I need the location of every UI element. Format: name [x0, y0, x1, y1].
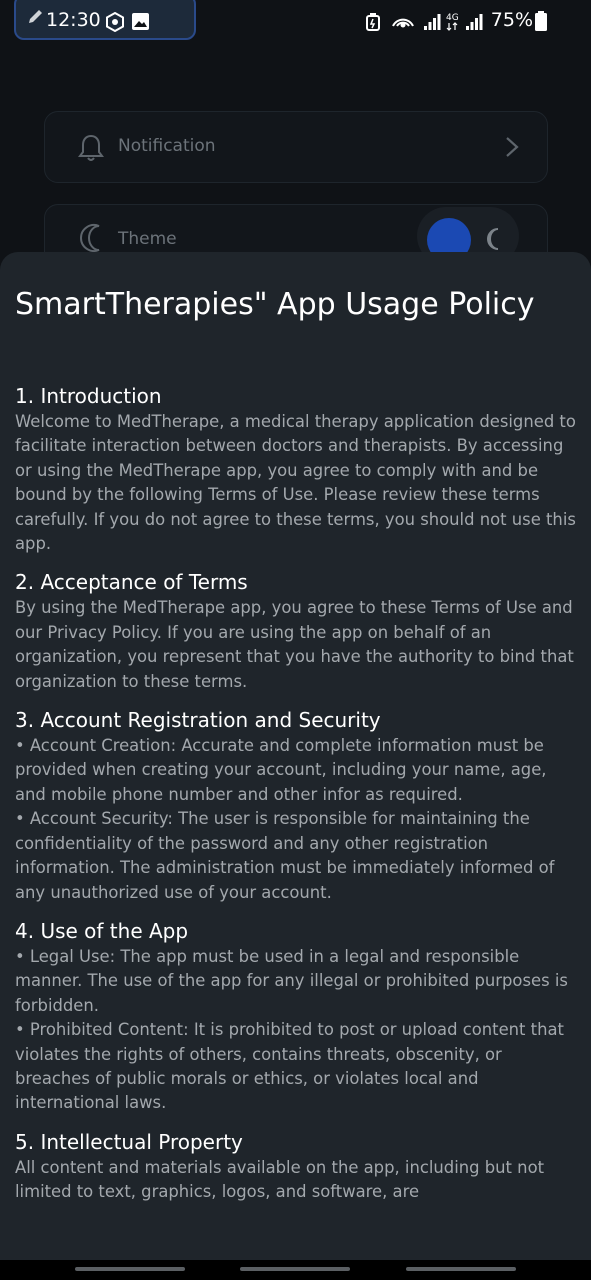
- section-heading: 2. Acceptance of Terms: [15, 570, 248, 595]
- notification-label: Notification: [118, 136, 216, 156]
- section-intellectual-property: 5. Intellectual Property All content and…: [15, 1128, 577, 1205]
- battery-saver-icon: [365, 13, 381, 35]
- section-bullet: • Prohibited Content: It is prohibited t…: [15, 1020, 564, 1113]
- section-heading: 1. Introduction: [15, 384, 162, 408]
- nav-recents-pill[interactable]: [75, 1267, 185, 1271]
- navigation-bar: [0, 1260, 591, 1280]
- section-paragraph: All content and materials available on t…: [15, 1157, 545, 1202]
- battery-icon: [535, 11, 547, 35]
- section-heading: 5. Intellectual Property: [15, 1129, 243, 1154]
- chevron-right-icon: [505, 136, 519, 162]
- section-bullet: • Account Security: The user is responsi…: [15, 809, 555, 902]
- moon-toggle-icon: [483, 227, 503, 255]
- section-introduction: 1. Introduction Welcome to MedTherape, a…: [15, 382, 577, 556]
- policy-bottom-sheet[interactable]: SmartTherapies" App Usage Policy 1. Intr…: [0, 252, 591, 1260]
- signal-icon: [423, 13, 441, 35]
- theme-label: Theme: [118, 229, 177, 249]
- nav-home-pill[interactable]: [240, 1267, 350, 1271]
- section-bullet: • Account Creation: Accurate and complet…: [15, 736, 547, 804]
- section-account: 3. Account Registration and Security • A…: [15, 706, 577, 905]
- policy-title: SmartTherapies" App Usage Policy: [15, 287, 535, 322]
- section-paragraph: Welcome to MedTherape, a medical therapy…: [15, 412, 576, 554]
- 4g-signal-icon: 4G: [446, 10, 486, 36]
- svg-text:4G: 4G: [446, 13, 459, 23]
- gallery-icon: [131, 12, 150, 35]
- bell-icon: [77, 133, 105, 167]
- section-paragraph: By using the MedTherape app, you agree t…: [15, 598, 574, 691]
- nav-back-pill[interactable]: [406, 1267, 516, 1271]
- section-acceptance: 2. Acceptance of Terms By using the MedT…: [15, 568, 577, 694]
- section-use-of-app: 4. Use of the App • Legal Use: The app m…: [15, 917, 577, 1116]
- hotspot-icon: [391, 11, 415, 35]
- policy-content[interactable]: 1. Introduction Welcome to MedTherape, a…: [15, 382, 577, 1217]
- edit-pencil-icon: [26, 6, 46, 30]
- app-badge-icon: [105, 11, 125, 36]
- section-heading: 4. Use of the App: [15, 918, 189, 943]
- notification-row[interactable]: Notification: [44, 111, 548, 183]
- status-time: 12:30: [46, 9, 101, 31]
- section-bullet: • Legal Use: The app must be used in a l…: [15, 946, 568, 1015]
- status-bar: 12:30 4G 75%: [0, 0, 591, 44]
- battery-percentage: 75%: [490, 9, 533, 31]
- section-heading: 3. Account Registration and Security: [15, 708, 381, 733]
